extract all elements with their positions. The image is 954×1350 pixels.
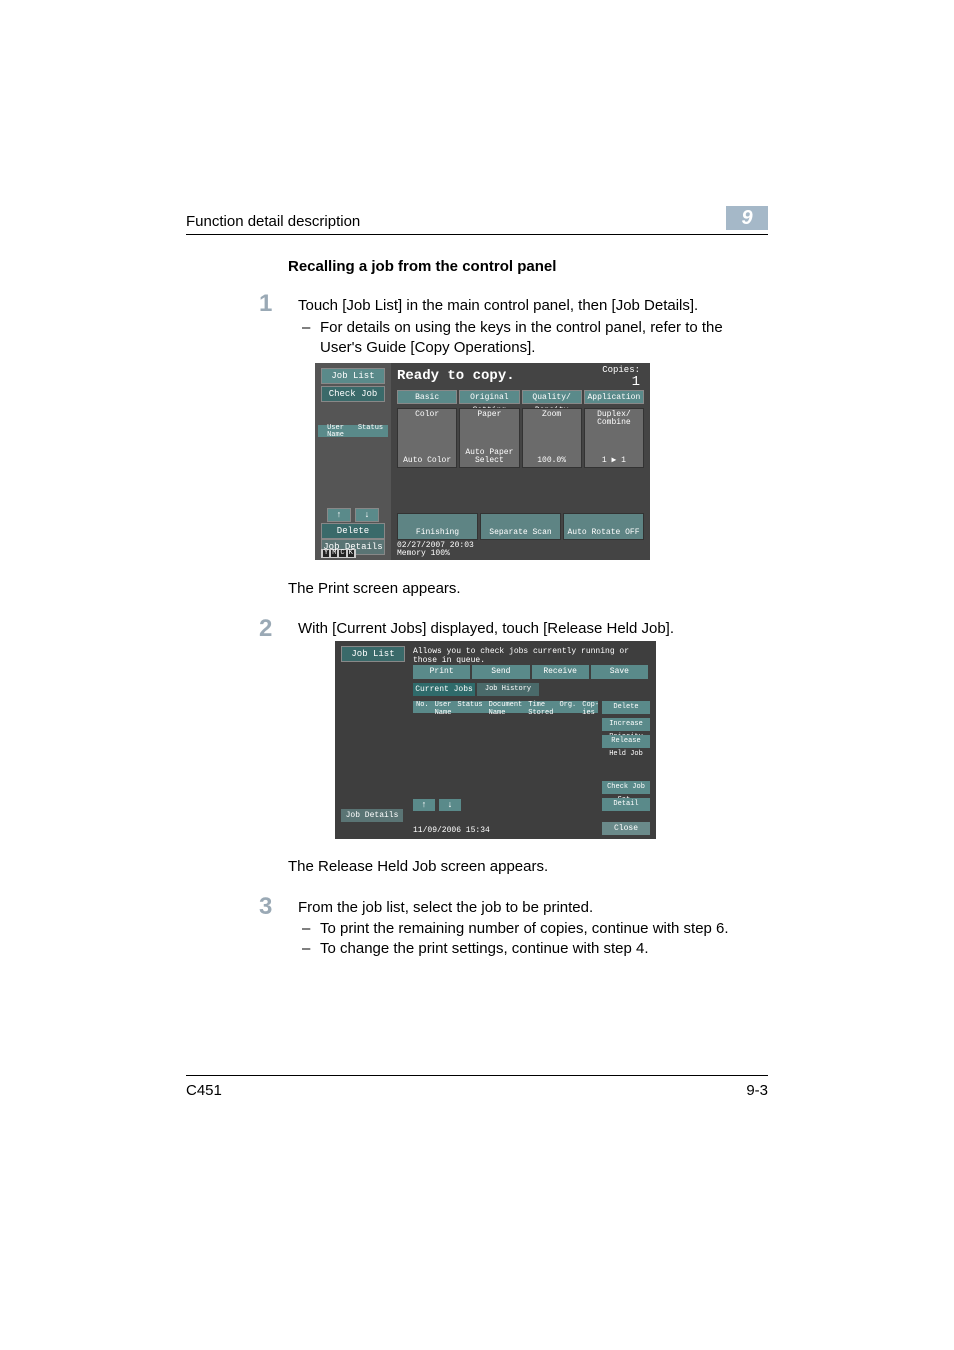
chapter-tab: 9 — [726, 206, 768, 230]
col-doc: Document Name — [486, 701, 526, 713]
release-held-job-button[interactable]: Release Held Job — [602, 735, 650, 748]
auto-rotate-button[interactable]: Auto Rotate OFF — [563, 513, 644, 540]
section-title: Recalling a job from the control panel — [288, 258, 556, 275]
increase-priority-button[interactable]: Increase Priority — [602, 718, 650, 731]
step-3-text: From the job list, select the job to be … — [298, 898, 754, 918]
step-2-text: With [Current Jobs] displayed, touch [Re… — [298, 619, 754, 639]
shot1-datetime: 02/27/2007 20:03Memory 100% — [397, 542, 474, 558]
col-no: No. — [413, 701, 432, 713]
shot2-arrows: ↑ ↓ — [413, 799, 461, 811]
separate-scan-button[interactable]: Separate Scan — [480, 513, 561, 540]
tab-basic[interactable]: Basic — [397, 390, 457, 404]
shot2-tabs: Print Send Receive Save — [413, 665, 648, 679]
step-1-number: 1 — [259, 290, 272, 318]
dash-icon: – — [302, 318, 310, 338]
col-status: Status — [353, 425, 388, 437]
card-paper[interactable]: PaperAuto Paper Select — [459, 408, 519, 468]
copies-label: Copies: 1 — [602, 366, 640, 389]
tab-print[interactable]: Print — [413, 665, 470, 679]
col-user: User Name — [432, 701, 455, 713]
tab-original-setting[interactable]: Original Setting — [459, 390, 519, 404]
header-section: Function detail description — [186, 213, 360, 230]
shot2-datetime: 11/09/2006 15:34 — [413, 826, 490, 835]
col-time: Time Stored — [525, 701, 556, 713]
step-3-bullet-1: – To print the remaining number of copie… — [320, 920, 754, 937]
step-3-bullet-2-text: To change the print settings, continue w… — [320, 940, 649, 957]
finishing-button[interactable]: Finishing — [397, 513, 478, 540]
caption-2: The Release Held Job screen appears. — [288, 858, 548, 875]
col-user: User Name — [318, 425, 353, 437]
scroll-down-button[interactable]: ↓ — [355, 508, 379, 522]
close-button[interactable]: Close — [602, 822, 650, 835]
shot2-right-buttons-2: Check Job Set. Detail — [602, 781, 650, 811]
shot1-tabs: Basic Original Setting Quality/ Density … — [397, 390, 644, 404]
screenshot-copy-panel: Job List Check Job User Name Status ↑ ↓ … — [315, 363, 650, 560]
tab-current-jobs[interactable]: Current Jobs — [413, 683, 475, 696]
delete-button-2[interactable]: Delete — [602, 701, 650, 714]
shot1-cards: ColorAuto Color PaperAuto Paper Select Z… — [397, 408, 644, 468]
scroll-up-button-2[interactable]: ↑ — [413, 799, 435, 811]
shot2-message: Allows you to check jobs currently runni… — [413, 647, 656, 665]
footer-model: C451 — [186, 1082, 222, 1099]
toner-indicator: Y M C K — [321, 549, 356, 558]
tab-job-history[interactable]: Job History — [477, 683, 539, 696]
job-list-tab[interactable]: Job List — [321, 368, 385, 384]
job-list-tab-2[interactable]: Job List — [341, 646, 405, 662]
card-duplex[interactable]: Duplex/ Combine1 ▶ 1 — [584, 408, 644, 468]
dash-icon: – — [302, 920, 310, 937]
scroll-down-button-2[interactable]: ↓ — [439, 799, 461, 811]
toner-k: K — [348, 550, 354, 557]
detail-button[interactable]: Detail — [602, 798, 650, 811]
copies-value: 1 — [632, 374, 640, 390]
shot2-table-header: No. User Name Status Document Name Time … — [413, 701, 598, 713]
card-zoom[interactable]: Zoom100.0% — [522, 408, 582, 468]
step-3-number: 3 — [259, 893, 272, 921]
tab-send[interactable]: Send — [472, 665, 529, 679]
col-status: Status — [454, 701, 485, 713]
tab-application[interactable]: Application — [584, 390, 644, 404]
scroll-up-button[interactable]: ↑ — [327, 508, 351, 522]
toner-y: Y — [323, 550, 329, 557]
dash-icon: – — [302, 940, 310, 957]
ready-message: Ready to copy. — [397, 369, 515, 383]
caption-1: The Print screen appears. — [288, 580, 461, 597]
tab-receive[interactable]: Receive — [532, 665, 589, 679]
toner-c: C — [339, 550, 345, 557]
step-3-bullet-1-text: To print the remaining number of copies,… — [320, 920, 729, 937]
tab-save[interactable]: Save — [591, 665, 648, 679]
col-copies: Cop- ies — [579, 701, 602, 713]
step-3-bullet-2: – To change the print settings, continue… — [320, 940, 754, 957]
shot2-right-buttons: Delete Increase Priority Release Held Jo… — [602, 701, 650, 748]
step-1-bullet: – For details on using the keys in the c… — [320, 318, 754, 359]
check-job-set-button[interactable]: Check Job Set. — [602, 781, 650, 794]
shot2-subtabs: Current Jobs Job History — [413, 683, 539, 696]
shot1-bottom-row: Finishing Separate Scan Auto Rotate OFF — [397, 513, 644, 540]
job-details-button-2[interactable]: Job Details — [341, 809, 403, 822]
step-1-text: Touch [Job List] in the main control pan… — [298, 296, 754, 316]
footer-page: 9-3 — [746, 1082, 768, 1099]
step-1-bullet-text: For details on using the keys in the con… — [320, 319, 723, 356]
card-color[interactable]: ColorAuto Color — [397, 408, 457, 468]
user-status-header: User Name Status — [318, 425, 388, 437]
screenshot-job-list: Job List Allows you to check jobs curren… — [335, 641, 656, 839]
toner-m: M — [331, 550, 337, 557]
tab-quality-density[interactable]: Quality/ Density — [522, 390, 582, 404]
delete-button[interactable]: Delete — [321, 523, 385, 539]
check-job-tab[interactable]: Check Job — [321, 386, 385, 402]
step-2-number: 2 — [259, 615, 272, 643]
col-org: Org. — [556, 701, 579, 713]
